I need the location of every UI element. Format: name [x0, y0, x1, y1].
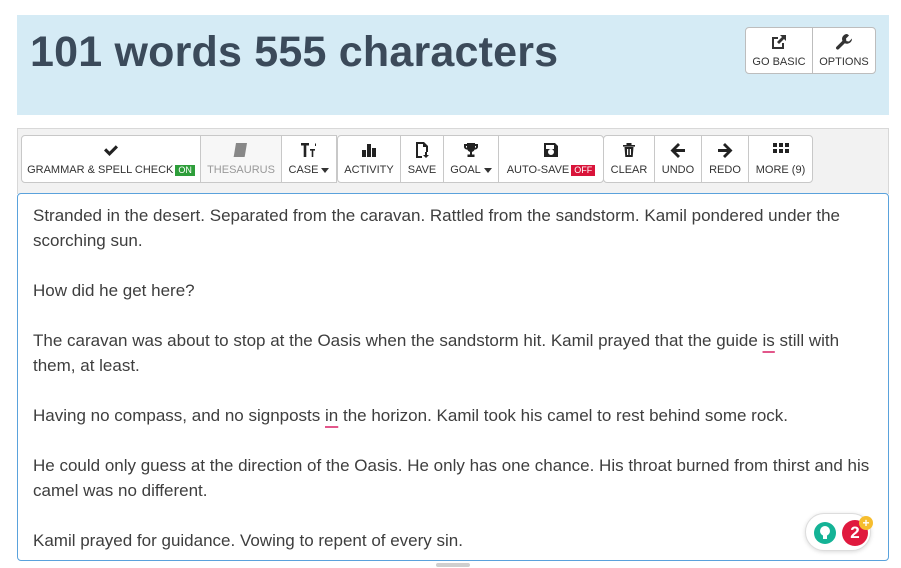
undo-button[interactable]: UNDO	[654, 135, 702, 183]
external-link-icon	[772, 35, 786, 49]
chevron-down-icon	[321, 167, 330, 173]
options-label: OPTIONS	[819, 56, 869, 68]
toolbar-group-1: GRAMMAR & SPELL CHECK ON THESAURUS CASE	[21, 135, 337, 183]
more-button[interactable]: MORE (9)	[748, 135, 813, 183]
thesaurus-button[interactable]: THESAURUS	[200, 135, 282, 183]
case-button[interactable]: CASE	[281, 135, 337, 183]
paragraph: Stranded in the desert. Separated from t…	[33, 206, 841, 250]
arrow-left-icon	[670, 143, 685, 158]
grammarly-widget[interactable]: 2 +	[805, 513, 873, 551]
save-button[interactable]: SAVE	[400, 135, 444, 183]
more-label: MORE (9)	[755, 164, 806, 176]
grammar-spell-check-button[interactable]: GRAMMAR & SPELL CHECK ON	[21, 135, 201, 183]
grid-icon	[772, 143, 789, 153]
paragraph: Kamil prayed for guidance. Vowing to rep…	[33, 531, 463, 550]
arrow-right-icon	[718, 143, 733, 158]
redo-label: REDO	[709, 164, 741, 176]
word-character-counter: 101 words 555 characters	[30, 28, 559, 76]
auto-save-label: AUTO-SAVE	[506, 164, 570, 176]
paragraph-text: Having no compass, and no signposts	[33, 406, 326, 425]
goal-button[interactable]: GOAL	[443, 135, 499, 183]
auto-save-button[interactable]: AUTO-SAVE OFF	[498, 135, 604, 183]
auto-save-status-badge: OFF	[571, 164, 596, 176]
wrench-icon	[836, 34, 853, 50]
header-button-group: GO BASIC OPTIONS	[745, 27, 876, 74]
clear-button[interactable]: CLEAR	[603, 135, 655, 183]
chevron-down-icon	[483, 167, 492, 173]
paragraph: The caravan was about to stop at the Oas…	[33, 328, 873, 378]
header-bar: 101 words 555 characters GO BASIC OPTION…	[17, 15, 889, 115]
editor-toolbar: GRAMMAR & SPELL CHECK ON THESAURUS CASE A…	[17, 128, 889, 194]
save-file-icon	[416, 142, 429, 158]
paragraph: Having no compass, and no signposts in t…	[33, 403, 873, 428]
toolbar-group-2: ACTIVITY SAVE GOAL AUTO-SAVE OFF	[337, 135, 604, 183]
thesaurus-label: THESAURUS	[207, 164, 275, 176]
undo-label: UNDO	[661, 164, 695, 176]
toolbar-group-3: CLEAR UNDO REDO MORE (9)	[603, 135, 813, 183]
grammar-error-highlight[interactable]: in	[325, 406, 338, 425]
grammar-error-highlight[interactable]: is	[763, 331, 775, 350]
book-icon	[233, 143, 247, 157]
bar-chart-icon	[362, 144, 376, 157]
clear-label: CLEAR	[610, 164, 648, 176]
activity-label: ACTIVITY	[344, 164, 394, 176]
paragraph-text: The caravan was about to stop at the Oas…	[33, 331, 763, 350]
activity-button[interactable]: ACTIVITY	[337, 135, 401, 183]
case-label: CASE	[288, 164, 319, 176]
go-basic-button[interactable]: GO BASIC	[745, 27, 813, 74]
paragraph: How did he get here?	[33, 281, 195, 300]
editor-resize-handle[interactable]	[436, 563, 470, 567]
trophy-icon	[463, 143, 479, 157]
paragraph-text: the horizon. Kamil took his camel to res…	[338, 406, 789, 425]
grammarly-plus-badge: +	[859, 516, 873, 530]
go-basic-label: GO BASIC	[752, 56, 806, 68]
grammar-label: GRAMMAR & SPELL CHECK	[27, 164, 174, 176]
text-case-icon	[301, 143, 316, 157]
save-label: SAVE	[407, 164, 437, 176]
redo-button[interactable]: REDO	[701, 135, 749, 183]
grammar-status-badge: ON	[175, 164, 195, 176]
trash-icon	[623, 143, 635, 157]
checkmark-icon	[104, 145, 118, 156]
options-button[interactable]: OPTIONS	[812, 27, 876, 74]
paragraph: He could only guess at the direction of …	[33, 456, 870, 500]
text-editor[interactable]: Stranded in the desert. Separated from t…	[17, 193, 889, 561]
grammarly-bulb-icon	[814, 522, 836, 544]
floppy-icon	[544, 143, 558, 157]
goal-label: GOAL	[450, 164, 481, 176]
